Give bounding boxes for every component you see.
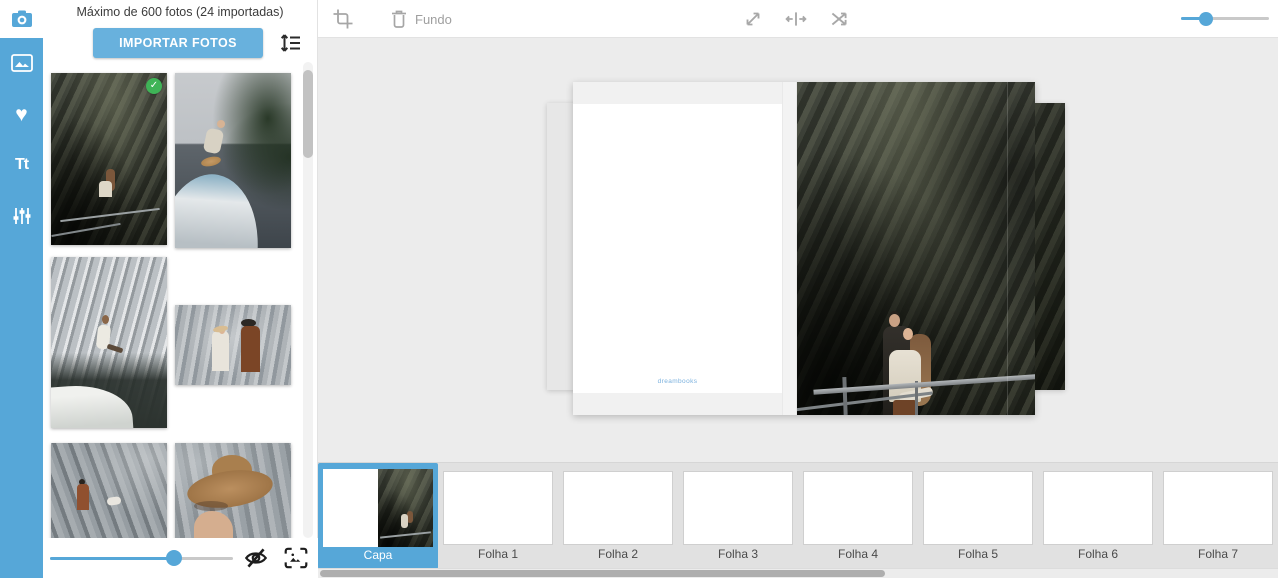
photo-grid: ✓ bbox=[43, 62, 318, 538]
pages-filmstrip: Capa Folha 1 Folha 2 Folha 3 Folha 4 Fol… bbox=[318, 462, 1278, 568]
tile-label-cover: Capa bbox=[318, 548, 438, 562]
photos-panel: Máximo de 600 fotos (24 importadas) IMPO… bbox=[43, 0, 318, 578]
photo-thumbnail-1[interactable]: ✓ bbox=[51, 73, 167, 245]
shuffle-icon bbox=[828, 8, 854, 30]
photo-thumbnail-5[interactable] bbox=[51, 443, 167, 538]
photo-count-text: Máximo de 600 fotos (24 importadas) bbox=[43, 5, 317, 19]
crop-icon bbox=[332, 8, 358, 30]
book-spine bbox=[782, 82, 797, 415]
eye-off-icon bbox=[243, 546, 269, 570]
shuffle-button[interactable] bbox=[828, 6, 854, 32]
sort-icon bbox=[280, 33, 304, 53]
photo-thumbnail-2[interactable] bbox=[175, 73, 291, 248]
photo-thumbnail-4[interactable] bbox=[175, 305, 291, 385]
photos-scrollbar-thumb[interactable] bbox=[303, 70, 313, 158]
cover-photo[interactable] bbox=[797, 82, 1035, 415]
framed-image-icon bbox=[283, 546, 309, 570]
editor-area: Fundo bbox=[318, 0, 1278, 578]
filmstrip-tile-sheet-1[interactable]: Folha 1 bbox=[438, 463, 558, 569]
filmstrip-tile-sheet-2[interactable]: Folha 2 bbox=[558, 463, 678, 569]
filmstrip-scrollbar-thumb[interactable] bbox=[320, 570, 885, 577]
tool-iconbar: ♥ Tt bbox=[0, 0, 43, 578]
heart-icon: ♥ bbox=[15, 104, 27, 125]
swap-diagonal-button[interactable] bbox=[742, 6, 768, 32]
editor-toolbar: Fundo bbox=[318, 0, 1278, 38]
filmstrip-tile-cover[interactable]: Capa bbox=[318, 463, 438, 569]
sidebar-tabs: ♥ Tt bbox=[0, 38, 43, 578]
split-horizontal-button[interactable] bbox=[785, 6, 811, 32]
delete-background-button[interactable]: Fundo bbox=[390, 6, 452, 32]
photo-thumbnail-3[interactable] bbox=[51, 257, 167, 428]
tab-adjustments[interactable] bbox=[9, 203, 35, 229]
photos-panel-actions: IMPORTAR FOTOS bbox=[43, 26, 318, 60]
expand-diagonal-icon bbox=[742, 8, 768, 30]
canvas-zoom-slider-thumb[interactable] bbox=[1199, 12, 1213, 26]
hide-used-photos-button[interactable] bbox=[243, 545, 269, 571]
arrows-left-right-icon bbox=[785, 8, 811, 30]
used-check-badge: ✓ bbox=[146, 78, 162, 94]
thumbnail-size-slider[interactable] bbox=[50, 550, 233, 566]
cover-photo-bleed bbox=[1035, 103, 1065, 390]
tune-icon bbox=[12, 206, 32, 226]
background-label: Fundo bbox=[415, 12, 452, 27]
photo-thumbnail-6[interactable] bbox=[175, 443, 291, 538]
text-tool-icon: Tt bbox=[15, 156, 28, 174]
photos-scrollbar-track[interactable] bbox=[303, 62, 313, 538]
tab-photos[interactable] bbox=[9, 50, 35, 76]
canvas-zoom-slider[interactable] bbox=[1181, 11, 1269, 27]
filmstrip-tile-sheet-6[interactable]: Folha 6 bbox=[1038, 463, 1158, 569]
tab-text[interactable]: Tt bbox=[9, 152, 35, 178]
filmstrip-tile-sheet-3[interactable]: Folha 3 bbox=[678, 463, 798, 569]
tab-favorites[interactable]: ♥ bbox=[9, 101, 35, 127]
camera-icon bbox=[11, 9, 33, 29]
brand-logo: dreambooks bbox=[573, 378, 782, 385]
filmstrip-tile-sheet-4[interactable]: Folha 4 bbox=[798, 463, 918, 569]
book-canvas[interactable]: dreambooks bbox=[318, 38, 1278, 462]
image-icon bbox=[11, 54, 33, 72]
photo-frame-view-button[interactable] bbox=[283, 545, 309, 571]
trash-icon bbox=[390, 9, 408, 29]
filmstrip-tile-sheet-7[interactable]: Folha 7 bbox=[1158, 463, 1278, 569]
filmstrip-tile-sheet-5[interactable]: Folha 5 bbox=[918, 463, 1038, 569]
photos-panel-footer bbox=[43, 538, 318, 578]
import-photos-button[interactable]: IMPORTAR FOTOS bbox=[93, 28, 263, 58]
sort-photos-button[interactable] bbox=[280, 31, 304, 55]
tab-camera[interactable] bbox=[0, 0, 43, 38]
photobook-editor: ♥ Tt Máximo de 600 fotos (24 importadas)… bbox=[0, 0, 1278, 578]
crop-button[interactable] bbox=[332, 6, 358, 32]
filmstrip-scrollbar-track[interactable] bbox=[318, 568, 1278, 578]
thumbnail-size-slider-thumb[interactable] bbox=[166, 550, 182, 566]
layout-tools bbox=[742, 6, 854, 32]
